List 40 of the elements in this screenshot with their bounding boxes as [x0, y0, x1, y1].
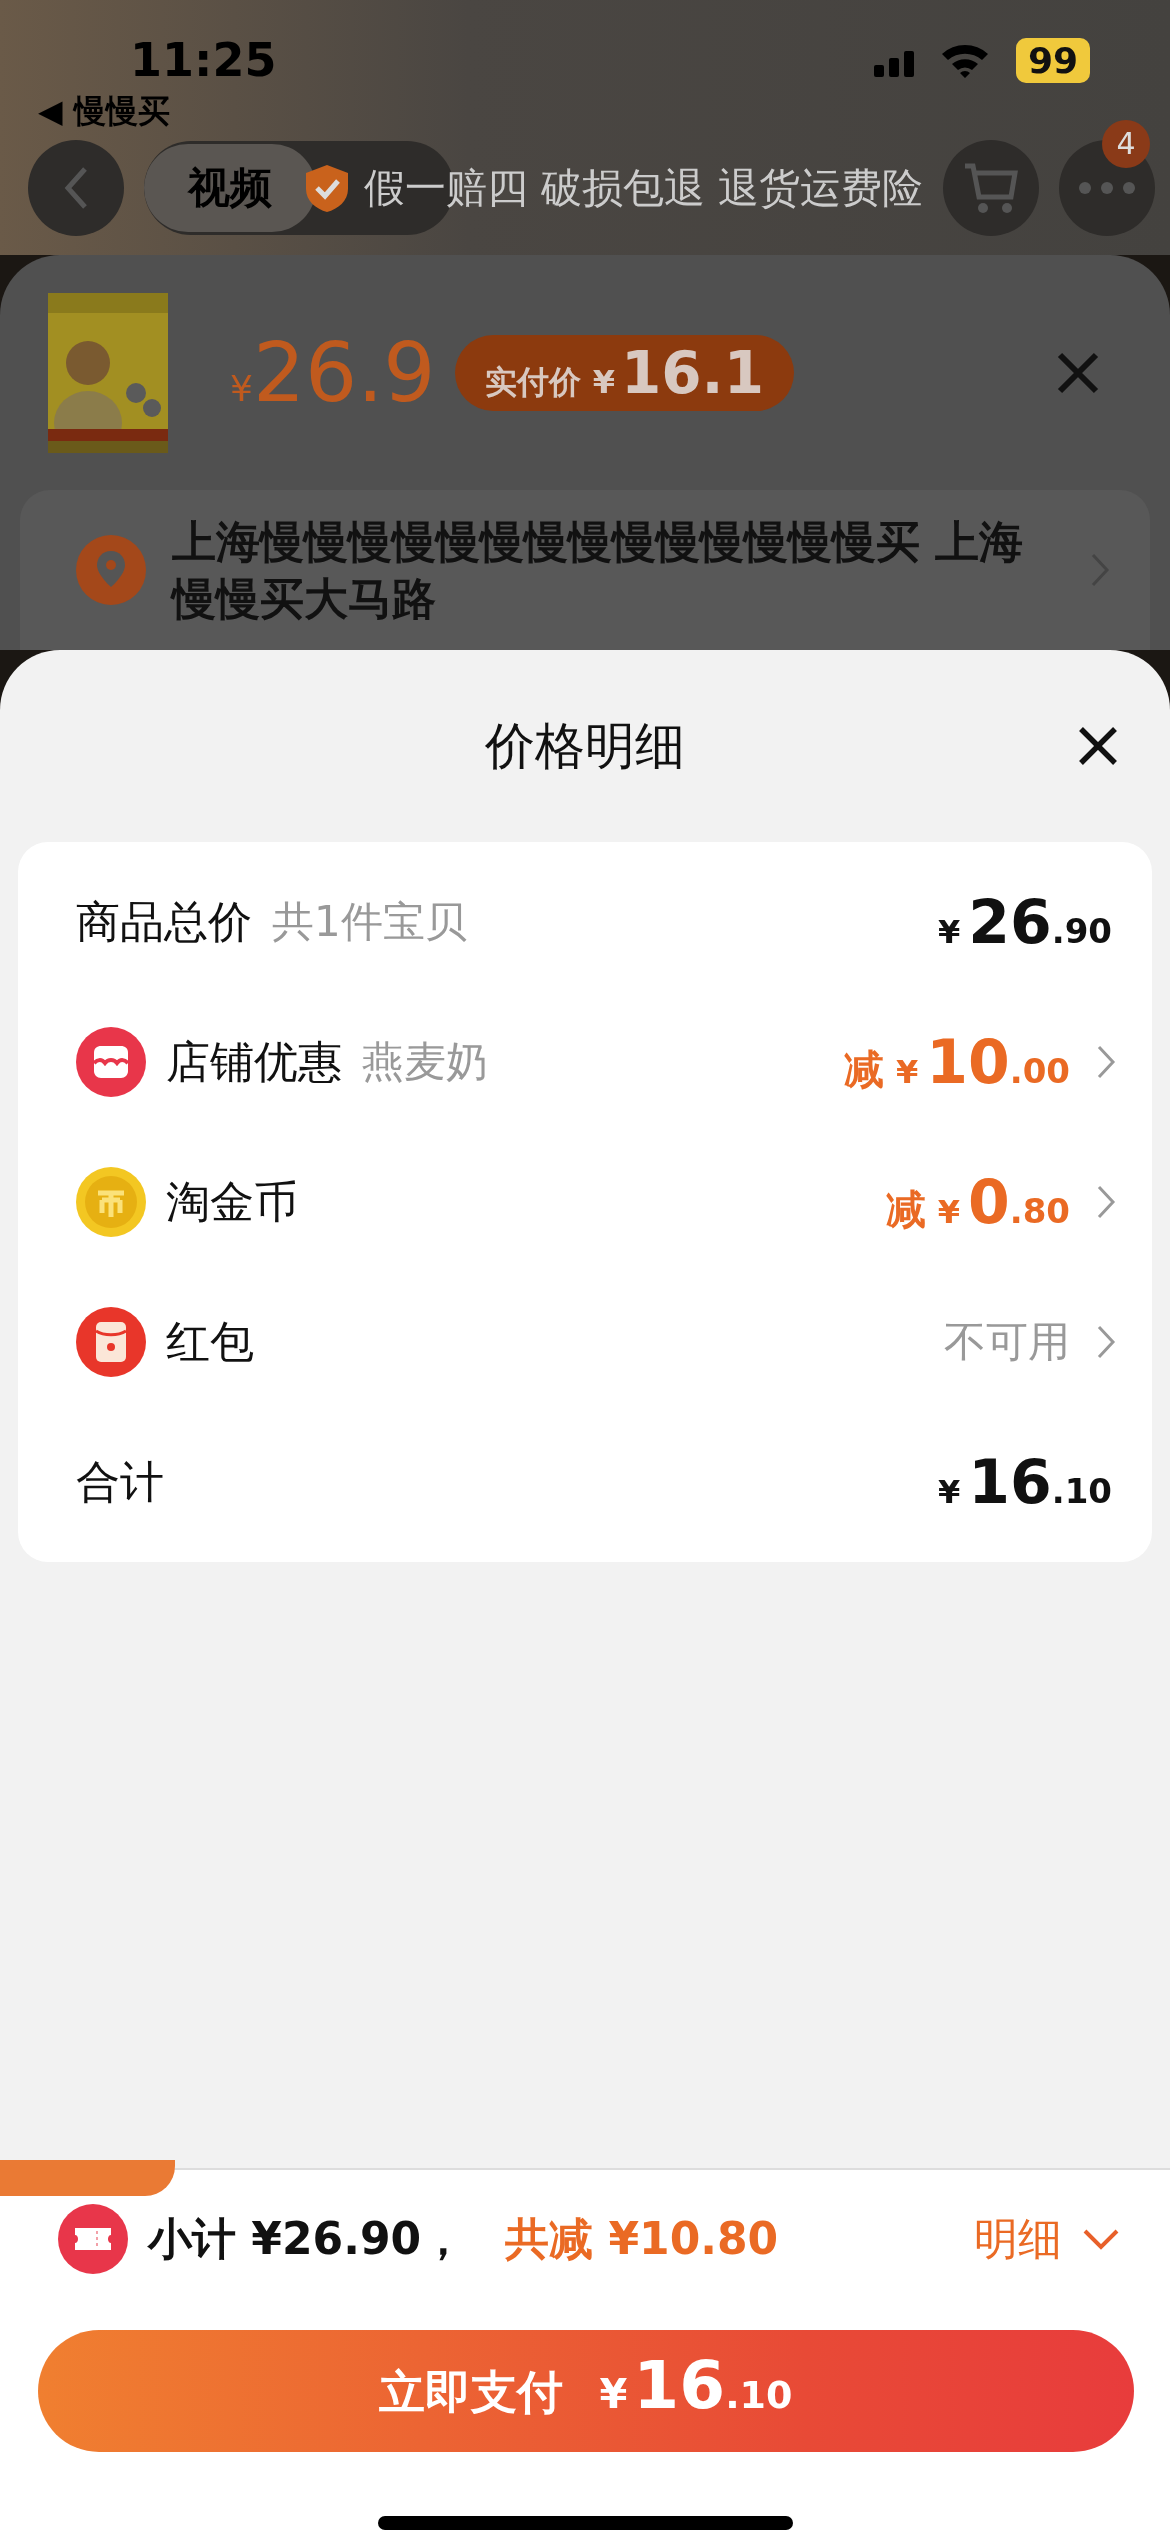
chevron-left-icon: [64, 166, 88, 210]
row-note: 燕麦奶: [362, 1036, 488, 1088]
ticket-icon: [58, 2204, 128, 2274]
address-text: 上海慢慢慢慢慢慢慢慢慢慢慢慢慢慢买 上海慢慢买大马路: [172, 514, 1025, 626]
status-time: 11:25: [130, 33, 277, 87]
money-envelope-icon: [76, 1307, 146, 1377]
pay-now-button[interactable]: 立即支付 ¥16.10: [38, 2330, 1134, 2452]
guarantee-text: 假一赔四 破损包退 退货运费险: [364, 162, 924, 214]
chevron-right-icon[interactable]: [1096, 1324, 1116, 1360]
chevron-down-icon[interactable]: [1082, 2228, 1120, 2250]
row-label: 淘金币: [166, 1174, 298, 1229]
product-price: ¥26.9: [230, 325, 436, 420]
row-amount: ¥16.10: [938, 1447, 1112, 1517]
address-card[interactable]: 上海慢慢慢慢慢慢慢慢慢慢慢慢慢慢买 上海慢慢买大马路: [20, 490, 1150, 650]
row-label: 红包: [166, 1314, 254, 1369]
location-pin-icon: [76, 535, 146, 605]
subtotal-text: 小计 ¥26.90，: [148, 2211, 466, 2266]
chevron-right-icon[interactable]: [1096, 1184, 1116, 1220]
battery-level: 99: [1015, 37, 1090, 83]
row-label: 合计: [76, 1454, 164, 1509]
cart-icon: [963, 161, 1020, 215]
back-to-app-link[interactable]: ◀ 慢慢买: [38, 90, 170, 134]
coin-icon: [76, 1167, 146, 1237]
chevron-right-icon[interactable]: [1096, 1044, 1116, 1080]
sheet-title: 价格明细: [485, 715, 685, 777]
shield-check-icon: [304, 163, 350, 213]
notification-badge: 4: [1102, 120, 1150, 168]
row-note: 共1件宝贝: [272, 896, 467, 948]
row-label: 商品总价: [76, 894, 252, 949]
row-amount: 减 ¥10.00: [844, 1027, 1070, 1097]
row-label: 店铺优惠: [166, 1034, 342, 1089]
detail-toggle[interactable]: 明细: [974, 2209, 1062, 2269]
row-amount: 减 ¥0.80: [885, 1167, 1070, 1237]
more-icon: [1077, 182, 1138, 194]
close-icon[interactable]: [1078, 726, 1118, 766]
row-amount: ¥26.90: [938, 887, 1112, 957]
paid-price-tag: 实付价 ¥16.1: [455, 334, 794, 411]
discount-total-text: 共减 ¥10.80: [505, 2211, 779, 2266]
store-icon: [76, 1027, 146, 1097]
row-status: 不可用: [944, 1316, 1070, 1368]
